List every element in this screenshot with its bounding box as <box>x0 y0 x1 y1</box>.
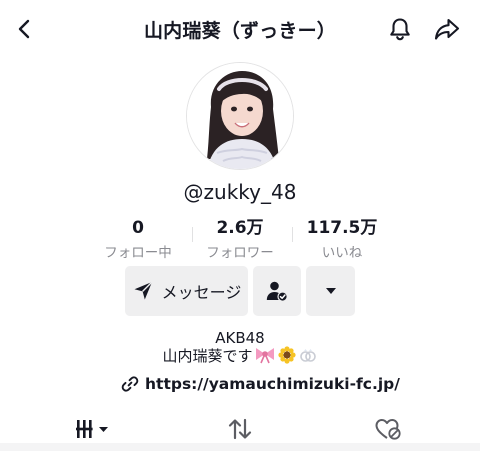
following-count: 0 <box>132 218 144 238</box>
video-grid-edge <box>0 443 480 451</box>
profile-photo <box>187 63 293 169</box>
followers-count: 2.6万 <box>216 218 264 238</box>
likes-count: 117.5万 <box>306 218 378 238</box>
bio-line-2: 山内瑞葵です <box>0 346 480 369</box>
sunflower-emoji-icon <box>277 346 297 369</box>
profile-link-url: https://yamauchimizuki-fc.jp/ <box>145 375 400 393</box>
paper-plane-icon <box>134 281 153 300</box>
bio-text: 山内瑞葵です <box>162 347 253 365</box>
repost-arrows-icon <box>228 418 252 440</box>
heart-lock-icon <box>375 419 401 440</box>
stats-row: 0 フォロー中 2.6万 フォロワー 117.5万 いいね <box>0 216 480 261</box>
followers-label: フォロワー <box>206 245 274 261</box>
likes-label: いいね <box>321 245 363 261</box>
ribbon-emoji-icon <box>254 346 276 369</box>
following-stat[interactable]: 0 フォロー中 <box>88 216 188 261</box>
friend-status-button[interactable] <box>253 266 301 316</box>
message-button[interactable]: メッセージ <box>125 266 248 316</box>
likes-stat[interactable]: 117.5万 いいね <box>292 216 392 261</box>
share-arrow-icon <box>434 18 460 40</box>
more-options-button[interactable] <box>306 266 355 316</box>
action-buttons: メッセージ <box>0 266 480 316</box>
rings-emoji-icon <box>298 346 318 369</box>
grid-bars-icon <box>76 420 108 438</box>
message-button-label: メッセージ <box>161 283 242 302</box>
bell-icon <box>390 18 410 41</box>
person-check-icon <box>266 281 288 302</box>
notification-bell-button[interactable] <box>384 13 416 45</box>
avatar[interactable] <box>186 62 294 170</box>
top-bar: 山内瑞葵（ずっきー） <box>0 0 480 58</box>
profile-link[interactable]: https://yamauchimizuki-fc.jp/ <box>121 373 400 395</box>
caret-down-icon <box>325 288 336 294</box>
username: @zukky_48 <box>183 180 297 204</box>
link-icon <box>121 376 139 392</box>
followers-stat[interactable]: 2.6万 フォロワー <box>190 216 290 261</box>
following-label: フォロー中 <box>104 245 172 261</box>
share-button[interactable] <box>431 13 463 45</box>
